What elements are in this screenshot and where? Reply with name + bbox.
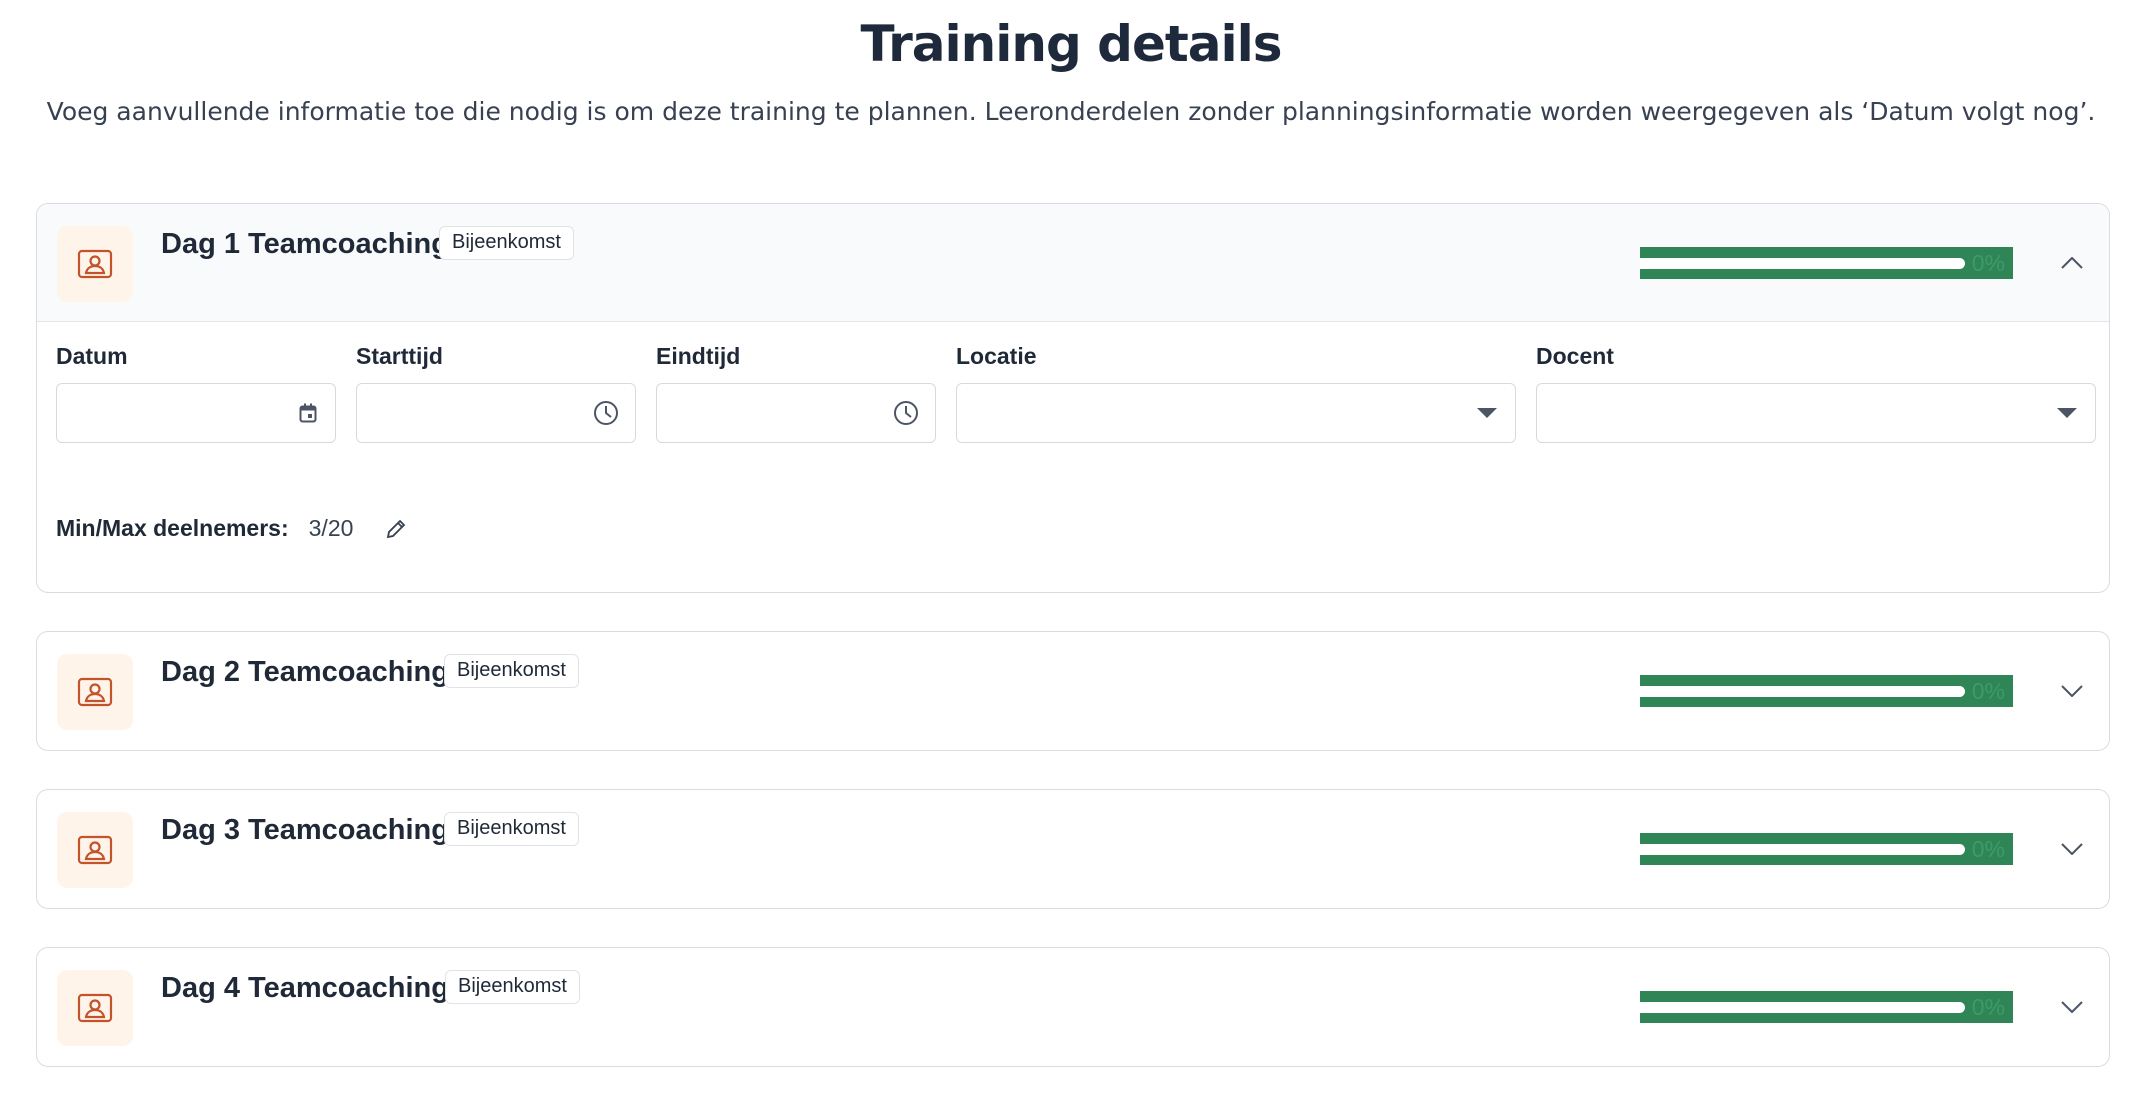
teacher-field-group: Docent	[1536, 343, 2096, 443]
page-subtitle: Voeg aanvullende informatie toe die nodi…	[46, 97, 2096, 126]
end-time-label: Eindtijd	[656, 343, 741, 369]
module-card-4: Dag 4 Teamcoaching Bijeenkomst 0%	[36, 947, 2110, 1067]
progress-track	[1640, 258, 1965, 269]
progress-bar: 0%	[1640, 675, 2013, 707]
module-type-badge: Bijeenkomst	[444, 654, 579, 688]
module-header[interactable]: Dag 4 Teamcoaching Bijeenkomst 0%	[37, 948, 2109, 1066]
progress-label: 0%	[1971, 994, 2005, 1020]
teacher-label: Docent	[1536, 343, 1614, 369]
start-time-field[interactable]	[356, 383, 636, 443]
date-field-group: Datum	[56, 343, 336, 443]
caret-down-icon[interactable]	[2057, 408, 2077, 418]
presentation-icon	[57, 226, 133, 302]
presentation-icon	[57, 812, 133, 888]
page-header: Training details Voeg aanvullende inform…	[0, 0, 2142, 129]
location-label: Locatie	[956, 343, 1037, 369]
module-list: Dag 1 Teamcoaching Bijeenkomst 0% Datum	[36, 203, 2110, 1105]
module-type-badge: Bijeenkomst	[445, 970, 580, 1004]
participants-value: 3/20	[308, 515, 354, 541]
module-header[interactable]: Dag 2 Teamcoaching Bijeenkomst 0%	[37, 632, 2109, 750]
module-card-2: Dag 2 Teamcoaching Bijeenkomst 0%	[36, 631, 2110, 751]
clock-icon[interactable]	[593, 400, 619, 426]
pencil-icon[interactable]	[385, 518, 407, 540]
progress-track	[1640, 1002, 1965, 1013]
progress-track	[1640, 844, 1965, 855]
clock-icon[interactable]	[893, 400, 919, 426]
module-card-1: Dag 1 Teamcoaching Bijeenkomst 0% Datum	[36, 203, 2110, 593]
presentation-icon	[57, 654, 133, 730]
location-select[interactable]	[956, 383, 1516, 443]
progress-bar: 0%	[1640, 247, 2013, 279]
progress-label: 0%	[1971, 836, 2005, 862]
progress-track	[1640, 686, 1965, 697]
end-time-field-group: Eindtijd	[656, 343, 936, 443]
module-title: Dag 1 Teamcoaching	[161, 228, 449, 260]
participants-row: Min/Max deelnemers: 3/20	[56, 515, 407, 542]
progress-bar: 0%	[1640, 833, 2013, 865]
module-card-3: Dag 3 Teamcoaching Bijeenkomst 0%	[36, 789, 2110, 909]
start-time-field-group: Starttijd	[356, 343, 636, 443]
chevron-down-icon[interactable]	[2057, 992, 2087, 1022]
chevron-down-icon[interactable]	[2057, 676, 2087, 706]
progress-label: 0%	[1971, 678, 2005, 704]
start-time-label: Starttijd	[356, 343, 443, 369]
date-field[interactable]	[56, 383, 336, 443]
end-time-field[interactable]	[656, 383, 936, 443]
chevron-up-icon[interactable]	[2057, 248, 2087, 278]
caret-down-icon[interactable]	[1477, 408, 1497, 418]
module-title: Dag 4 Teamcoaching	[161, 972, 449, 1004]
calendar-icon[interactable]	[299, 403, 317, 423]
progress-label: 0%	[1971, 250, 2005, 276]
presentation-icon	[57, 970, 133, 1046]
module-title: Dag 3 Teamcoaching	[161, 814, 449, 846]
participants-label: Min/Max deelnemers:	[56, 515, 289, 541]
chevron-down-icon[interactable]	[2057, 834, 2087, 864]
teacher-select[interactable]	[1536, 383, 2096, 443]
location-field-group: Locatie	[956, 343, 1516, 443]
module-header[interactable]: Dag 3 Teamcoaching Bijeenkomst 0%	[37, 790, 2109, 908]
module-title: Dag 2 Teamcoaching	[161, 656, 449, 688]
module-type-badge: Bijeenkomst	[439, 226, 574, 260]
date-label: Datum	[56, 343, 128, 369]
page-title: Training details	[860, 15, 1282, 73]
module-header[interactable]: Dag 1 Teamcoaching Bijeenkomst 0%	[37, 204, 2109, 322]
progress-bar: 0%	[1640, 991, 2013, 1023]
module-type-badge: Bijeenkomst	[444, 812, 579, 846]
